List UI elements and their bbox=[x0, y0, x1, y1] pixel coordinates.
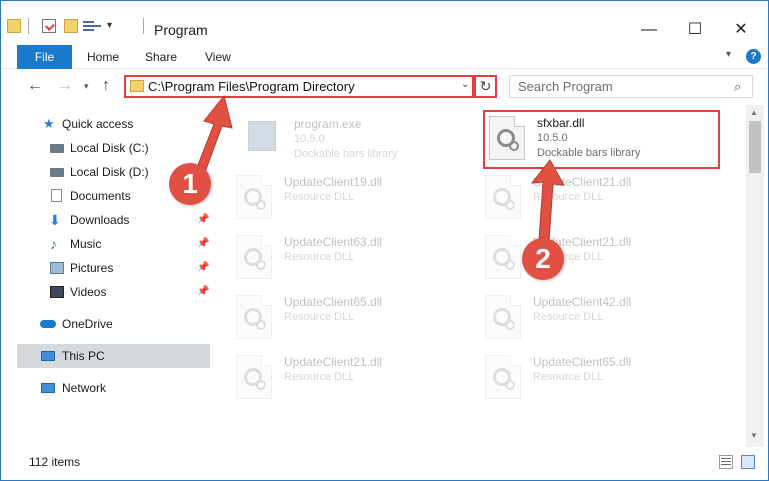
arrow-1-icon bbox=[195, 94, 233, 173]
arrow-2-icon bbox=[530, 159, 565, 242]
step-badge-1: 1 bbox=[169, 163, 211, 205]
annotation-arrows bbox=[195, 94, 565, 242]
step-badge-2: 2 bbox=[522, 238, 564, 280]
